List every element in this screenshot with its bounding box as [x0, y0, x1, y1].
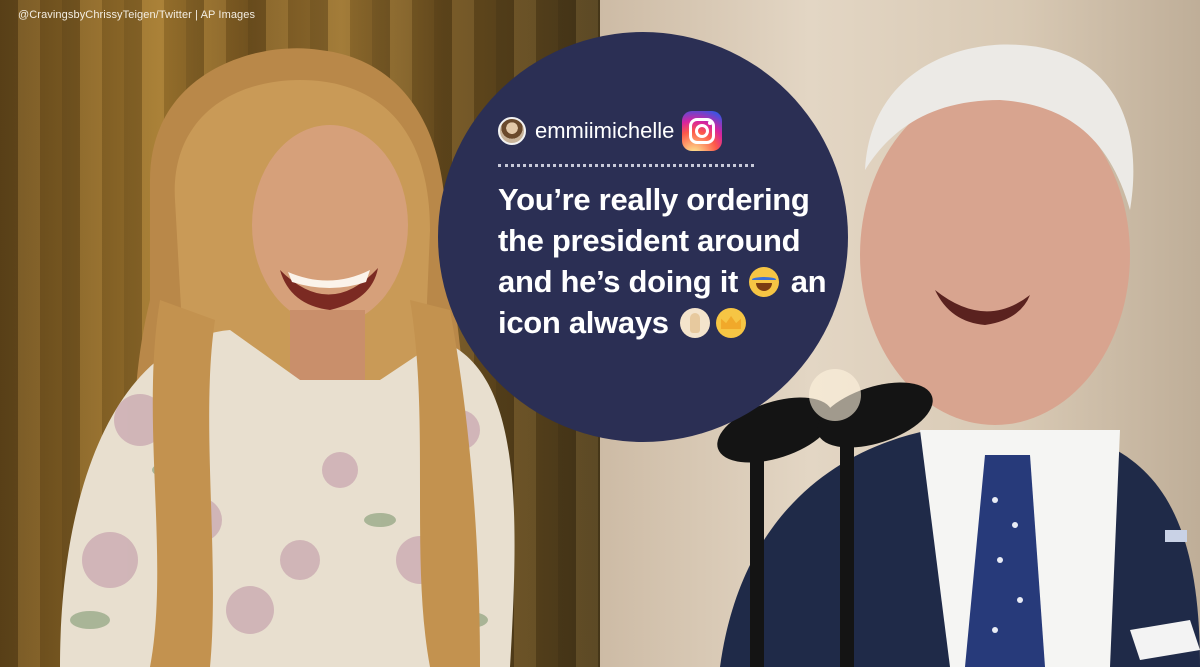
photo-credit: @CravingsbyChrissyTeigen/Twitter | AP Im… — [18, 9, 256, 21]
crown-icon — [716, 308, 747, 338]
quote-line-4-text: icon always — [498, 305, 669, 340]
user-avatar[interactable] — [498, 117, 526, 145]
instagram-comment: emmiimichelle You’re really ordering the… — [498, 111, 828, 343]
comment-header: emmiimichelle — [498, 111, 828, 151]
dotted-divider — [498, 164, 754, 167]
quote-line-1: You’re really ordering — [498, 182, 810, 217]
instagram-icon — [682, 111, 723, 151]
comment-text: You’re really ordering the president aro… — [498, 179, 828, 343]
photo-collage: @CravingsbyChrissyTeigen/Twitter | AP Im… — [0, 0, 1200, 667]
username[interactable]: emmiimichelle — [535, 118, 674, 144]
quote-line-3: and he’s doing it an — [498, 261, 828, 302]
face-with-tears-of-joy-icon — [749, 267, 780, 297]
quote-line-4: icon always — [498, 302, 828, 343]
quote-line-3-text: and he’s doing it — [498, 264, 739, 299]
quote-line-2: the president around — [498, 223, 801, 258]
quote-line-3-tail: an — [790, 264, 827, 299]
folded-hands-icon — [680, 308, 711, 338]
